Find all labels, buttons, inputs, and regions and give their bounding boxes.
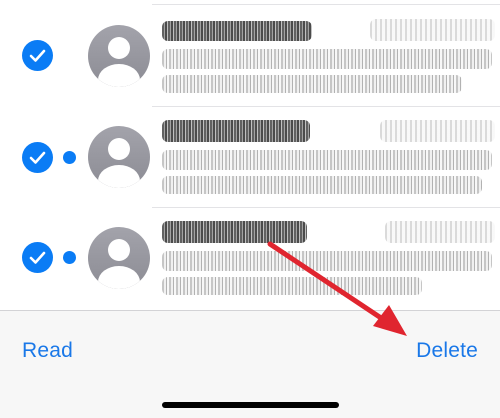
checkmark-selected-icon[interactable] (22, 40, 53, 71)
redacted-message-preview (160, 114, 500, 200)
delete-button[interactable]: Delete (416, 339, 478, 363)
home-indicator[interactable] (162, 402, 339, 408)
messages-edit-screen: Read Delete (0, 0, 500, 418)
checkmark-selected-icon[interactable] (22, 142, 53, 173)
read-button[interactable]: Read (22, 339, 73, 363)
redacted-message-preview (160, 13, 500, 99)
person-icon (88, 227, 150, 289)
conversation-row[interactable] (0, 106, 500, 208)
person-icon (88, 126, 150, 188)
bottom-toolbar: Read Delete (0, 310, 500, 418)
conversation-list (0, 0, 500, 310)
person-icon (88, 25, 150, 87)
checkmark-selected-icon[interactable] (22, 242, 53, 273)
unread-dot-icon (63, 151, 76, 164)
conversation-row[interactable] (0, 5, 500, 107)
conversation-row[interactable] (0, 207, 500, 309)
redacted-message-preview (160, 215, 500, 301)
unread-dot-icon (63, 251, 76, 264)
